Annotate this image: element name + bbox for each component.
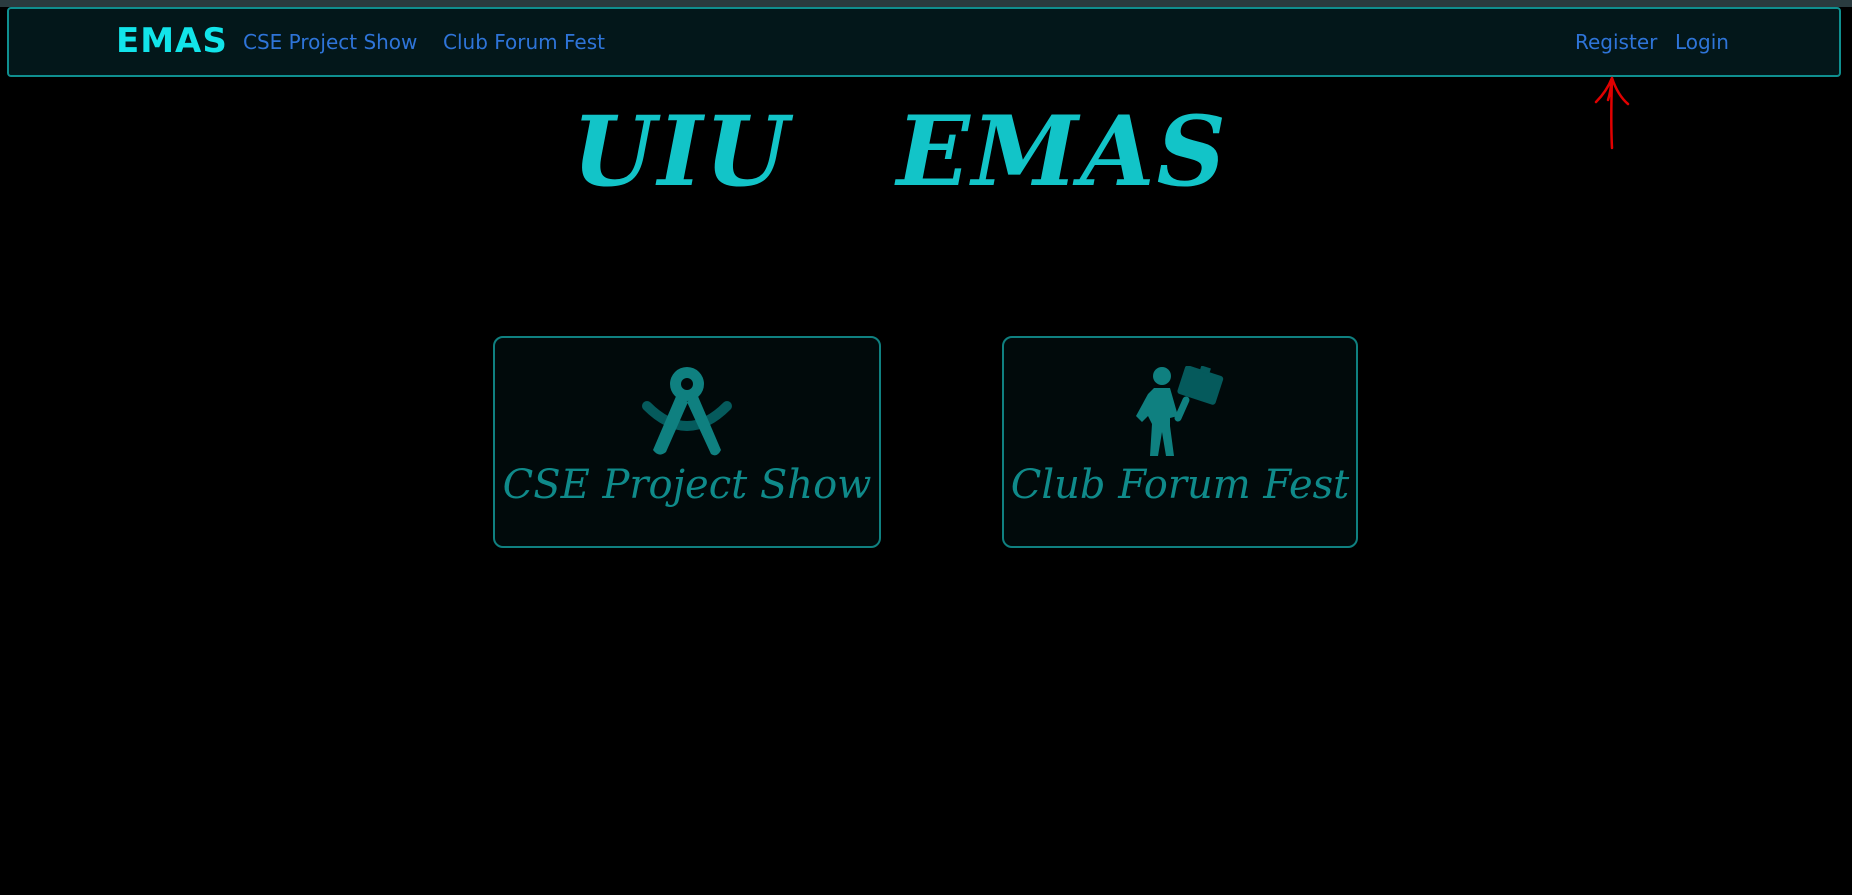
nav-link-club-forum-fest[interactable]: Club Forum Fest — [443, 30, 605, 54]
card-label: Club Forum Fest — [1010, 462, 1350, 508]
navbar: EMAS CSE Project Show Club Forum Fest Re… — [7, 7, 1841, 77]
brand-logo[interactable]: EMAS — [116, 21, 228, 61]
nav-link-cse-project-show[interactable]: CSE Project Show — [243, 30, 417, 54]
register-link[interactable]: Register — [1575, 30, 1657, 54]
person-holding-sign-icon — [1136, 366, 1224, 456]
card-label: CSE Project Show — [502, 462, 872, 508]
login-link[interactable]: Login — [1675, 30, 1729, 54]
card-cse-project-show[interactable]: CSE Project Show — [493, 336, 881, 548]
window-top-border — [0, 0, 1852, 7]
compass-icon — [642, 367, 732, 456]
card-club-forum-fest[interactable]: Club Forum Fest — [1002, 336, 1358, 548]
page-title: UIU EMAS — [572, 95, 1228, 208]
